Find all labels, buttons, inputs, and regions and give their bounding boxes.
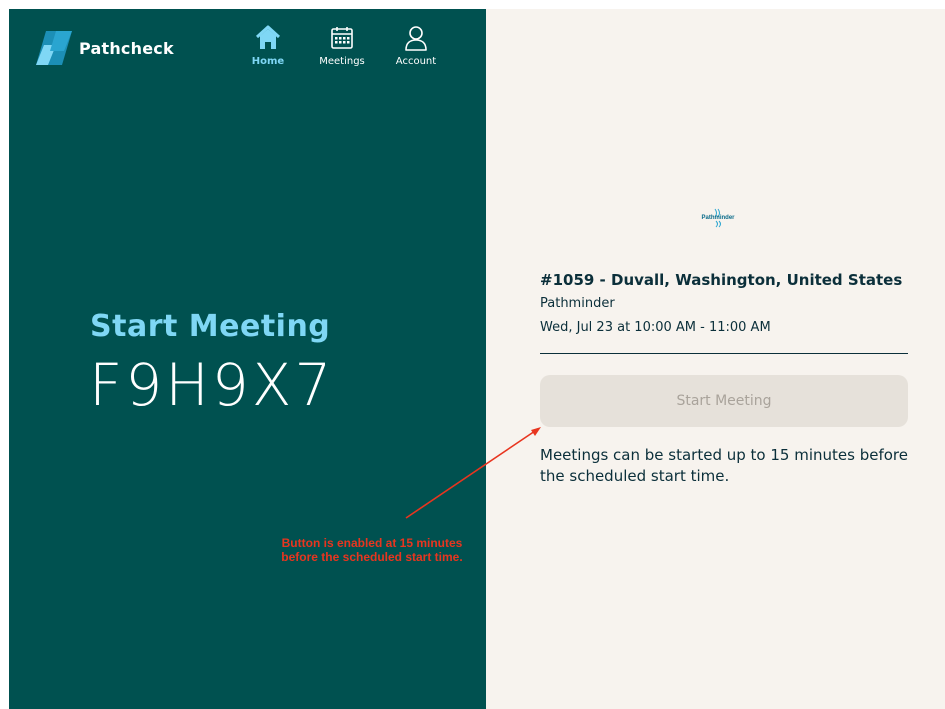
calendar-icon	[331, 27, 353, 49]
nav-home-label: Home	[251, 56, 285, 67]
pathcheck-logo-icon	[36, 31, 72, 65]
annotation-note: Button is enabled at 15 minutes before t…	[281, 536, 463, 564]
start-info-text: Meetings can be started up to 15 minutes…	[540, 446, 908, 485]
nav-home[interactable]: Home	[233, 24, 303, 67]
meeting-code: F9H9X7	[89, 351, 335, 419]
user-icon	[405, 26, 427, 51]
app-logo[interactable]: Pathcheck	[36, 31, 174, 65]
right-panel: Pathminder #1059 - Duvall, Washington, U…	[486, 9, 945, 709]
meeting-time: Wed, Jul 23 at 10:00 AM - 11:00 AM	[540, 320, 771, 335]
nav-meetings[interactable]: Meetings	[307, 24, 377, 67]
meeting-title: #1059 - Duvall, Washington, United State…	[540, 271, 903, 289]
partner-logo: Pathminder	[695, 207, 741, 229]
start-meeting-button[interactable]: Start Meeting	[540, 375, 908, 427]
left-panel: Pathcheck Home Meetings Account Start Me…	[9, 9, 486, 709]
meeting-organization: Pathminder	[540, 296, 615, 311]
app-name: Pathcheck	[79, 38, 174, 58]
hero-title: Start Meeting	[90, 309, 331, 344]
nav-meetings-label: Meetings	[319, 56, 365, 67]
nav-account-label: Account	[395, 56, 437, 67]
divider	[540, 353, 908, 354]
nav-account[interactable]: Account	[381, 24, 451, 67]
partner-logo-text: Pathminder	[701, 215, 735, 221]
home-icon	[255, 25, 281, 49]
